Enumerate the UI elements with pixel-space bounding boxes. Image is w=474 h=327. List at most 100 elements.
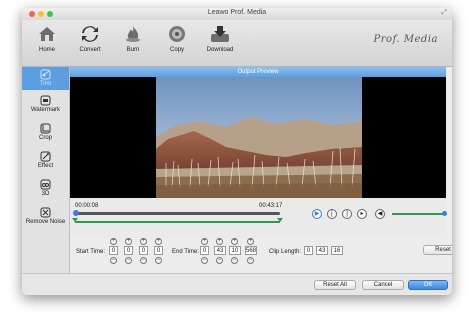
end-ms-decrement[interactable]: − <box>247 257 254 264</box>
download-icon <box>211 26 229 42</box>
burn-icon <box>126 26 140 42</box>
start-minute-field[interactable]: 0 <box>124 246 133 255</box>
title-bar: Leawo Prof. Media ⤢ <box>22 8 452 20</box>
window-title: Leawo Prof. Media <box>207 9 267 16</box>
toolbar-copy[interactable]: Copy <box>157 24 197 53</box>
toolbar-burn-label: Burn <box>126 47 140 53</box>
video-frame <box>156 77 362 198</box>
sidebar-item-label: Trim <box>39 81 52 87</box>
set-end-button[interactable]: ] <box>342 209 352 219</box>
edit-sidebar: Trim Watermark Crop Effect 3D Remove Noi… <box>22 67 70 273</box>
end-ms-increment[interactable]: + <box>247 238 254 245</box>
sidebar-item-label: Effect <box>37 163 54 169</box>
end-minute-decrement[interactable]: − <box>216 257 223 264</box>
start-hour-decrement[interactable]: − <box>110 257 117 264</box>
toolbar-home-label: Home <box>38 47 55 53</box>
fullscreen-icon[interactable]: ⤢ <box>441 9 447 17</box>
toolbar-download-label: Download <box>206 47 234 53</box>
end-minute-increment[interactable]: + <box>216 238 223 245</box>
start-hour-field[interactable]: 0 <box>109 246 118 255</box>
start-minute-decrement[interactable]: − <box>125 257 132 264</box>
end-ms-field[interactable]: 568 <box>245 246 257 255</box>
toolbar-copy-label: Copy <box>169 47 184 53</box>
cancel-button[interactable]: Cancel <box>362 280 404 290</box>
volume-knob[interactable] <box>442 211 447 216</box>
toolbar-download[interactable]: Download <box>200 24 240 53</box>
progress-thumb[interactable] <box>73 210 79 216</box>
start-hour-increment[interactable]: + <box>110 238 117 245</box>
copy-icon <box>169 26 185 42</box>
video-preview <box>70 77 446 198</box>
volume-button[interactable]: ◀ <box>375 209 385 219</box>
3d-icon <box>40 179 51 190</box>
end-second-field[interactable]: 10 <box>229 246 241 255</box>
start-second-increment[interactable]: + <box>140 238 147 245</box>
sidebar-item-3d[interactable]: 3D <box>22 179 69 197</box>
toolbar-convert[interactable]: Convert <box>70 24 110 53</box>
trim-icon <box>40 69 51 80</box>
sidebar-item-effect[interactable]: Effect <box>22 151 69 169</box>
remove-noise-icon <box>40 207 51 218</box>
sidebar-item-remove-noise[interactable]: Remove Noise <box>22 207 69 225</box>
start-time-label: Start Time: <box>76 249 106 255</box>
effect-icon <box>40 151 51 162</box>
progress-track[interactable] <box>75 212 280 215</box>
play-button[interactable]: ▶ <box>312 209 322 219</box>
set-start-button[interactable]: [ <box>327 209 337 219</box>
toolbar-home[interactable]: Home <box>27 24 67 53</box>
crop-icon <box>40 123 51 134</box>
end-hour-decrement[interactable]: − <box>201 257 208 264</box>
play-icon: ▶ <box>314 211 320 217</box>
reset-all-button[interactable]: Reset All <box>314 280 356 290</box>
start-minute-increment[interactable]: + <box>125 238 132 245</box>
home-icon <box>39 27 55 41</box>
end-second-decrement[interactable]: − <box>231 257 238 264</box>
toolbar-burn[interactable]: Burn <box>113 24 153 53</box>
bracket-right-icon: ] <box>346 211 348 217</box>
sidebar-item-trim[interactable]: Trim <box>22 67 69 90</box>
trim-start-handle[interactable] <box>72 218 78 222</box>
current-time: 00:00:08 <box>75 203 99 209</box>
sidebar-item-label: 3D <box>41 191 50 197</box>
end-hour-field[interactable]: 0 <box>200 246 209 255</box>
trim-time-controls: Start Time: + + + + 0 0 0 0 − − − − End … <box>70 238 452 273</box>
main-toolbar: Home Convert Burn Copy Download Prof. Me… <box>22 20 452 67</box>
start-second-field[interactable]: 0 <box>139 246 148 255</box>
end-second-increment[interactable]: + <box>231 238 238 245</box>
dialog-footer: Reset All Cancel OK <box>22 273 452 295</box>
convert-icon <box>82 26 98 42</box>
clip-second-field: 16 <box>331 246 343 255</box>
app-window: Leawo Prof. Media ⤢ Home Convert Burn Co… <box>22 8 452 295</box>
watermark-icon <box>40 95 51 106</box>
end-hour-increment[interactable]: + <box>201 238 208 245</box>
end-minute-field[interactable]: 43 <box>214 246 226 255</box>
sidebar-item-label: Crop <box>38 135 52 141</box>
bracket-left-icon: [ <box>331 211 333 217</box>
trim-end-handle[interactable] <box>277 218 283 222</box>
start-ms-field[interactable]: 0 <box>154 246 163 255</box>
ok-button[interactable]: OK <box>408 280 448 290</box>
sidebar-item-label: Watermark <box>30 107 61 113</box>
clip-length-label: Clip Length: <box>269 249 302 255</box>
end-time-display: 00:43:17 <box>259 203 283 209</box>
start-ms-decrement[interactable]: − <box>155 257 162 264</box>
skip-icon: ▸ <box>360 211 364 217</box>
toolbar-convert-label: Convert <box>79 47 101 53</box>
clip-hour-field: 0 <box>304 246 313 255</box>
trim-timeline: 00:00:08 00:43:17 ▶ [ ] ▸ ◀ <box>70 198 447 238</box>
output-preview-header: Output Preview <box>70 67 446 77</box>
sidebar-item-label: Remove Noise <box>25 219 66 225</box>
start-ms-increment[interactable]: + <box>155 238 162 245</box>
reset-button[interactable]: Reset <box>423 245 452 255</box>
clip-minute-field: 43 <box>316 246 328 255</box>
jump-end-button[interactable]: ▸ <box>357 209 367 219</box>
start-second-decrement[interactable]: − <box>140 257 147 264</box>
sidebar-item-watermark[interactable]: Watermark <box>22 95 69 113</box>
trim-range-bar <box>75 221 280 223</box>
volume-slider[interactable] <box>392 213 444 215</box>
sidebar-item-crop[interactable]: Crop <box>22 123 69 141</box>
output-preview-title: Output Preview <box>237 69 279 75</box>
speaker-icon: ◀ <box>377 211 383 217</box>
brand-logo: Prof. Media <box>373 34 438 45</box>
end-time-label: End Time: <box>172 249 200 255</box>
